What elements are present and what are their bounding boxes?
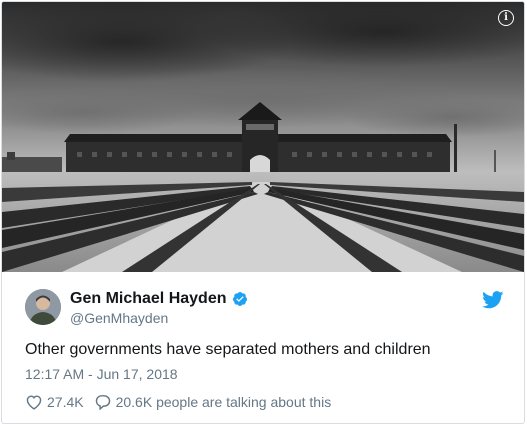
tweet-timestamp[interactable]: 12:17 AM - Jun 17, 2018 [25,366,178,382]
twitter-bird-icon[interactable] [482,291,504,309]
railway-gate-photo [2,2,524,272]
tweet-photo[interactable]: i [2,2,524,272]
info-icon[interactable]: i [498,10,514,26]
tweet-text: Other governments have separated mothers… [25,341,431,358]
talking-count: 20.6K people are talking about this [115,394,332,410]
heart-icon [26,395,42,410]
verified-badge-icon [232,292,247,306]
avatar-image [25,289,61,325]
author-row[interactable]: Gen Michael Hayden [70,289,248,309]
like-count: 27.4K [47,394,84,410]
avatar[interactable] [25,289,61,325]
speech-bubble-icon [95,395,110,410]
tweet-actions: 27.4K 20.6K people are talking about thi… [25,393,331,411]
tweet-card[interactable]: i Gen Michael Hayden @GenMhayden Other g… [1,1,525,424]
author-display-name[interactable]: Gen Michael Hayden [70,290,227,308]
author-handle[interactable]: @GenMhayden [70,310,168,326]
reply-button[interactable]: 20.6K people are talking about this [94,394,332,410]
like-button[interactable]: 27.4K [25,394,84,410]
